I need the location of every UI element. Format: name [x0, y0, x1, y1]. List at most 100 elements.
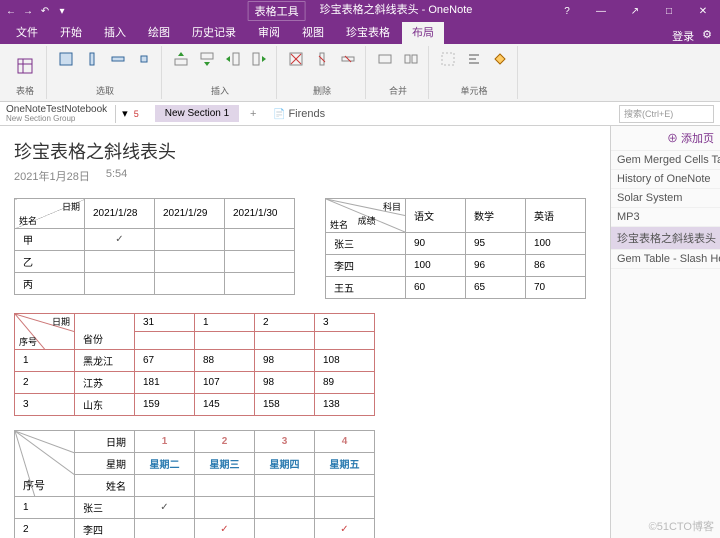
table-cell[interactable]: ✓: [195, 519, 255, 538]
merge-cells-button[interactable]: [374, 48, 396, 70]
tab-layout[interactable]: 布局: [402, 20, 444, 44]
page-list-item[interactable]: 珍宝表格之斜线表头: [611, 227, 720, 250]
qat-dropdown-icon[interactable]: ▾: [55, 4, 69, 18]
page-list-item[interactable]: Gem Table - Slash Headers: [611, 250, 720, 269]
table-cell[interactable]: [225, 251, 295, 273]
table-cell[interactable]: 70: [526, 277, 586, 299]
table-cell[interactable]: 2: [15, 519, 75, 538]
close-icon[interactable]: ✕: [686, 0, 720, 22]
table-cell[interactable]: 日期: [75, 431, 135, 453]
page-title[interactable]: 珍宝表格之斜线表头: [14, 138, 596, 164]
table-cell[interactable]: [155, 229, 225, 251]
table-cell[interactable]: 姓名: [75, 475, 135, 497]
table-3[interactable]: 日期序号 省份 31 1 2 3 1黑龙江678898108 2江苏181107…: [14, 313, 375, 416]
table-cell[interactable]: [195, 332, 255, 350]
table-cell[interactable]: 86: [526, 255, 586, 277]
table-cell[interactable]: 3: [315, 314, 375, 332]
table-cell[interactable]: [225, 273, 295, 295]
table-cell[interactable]: 158: [255, 394, 315, 416]
table-cell[interactable]: [135, 475, 195, 497]
table-cell[interactable]: 60: [406, 277, 466, 299]
hide-borders-button[interactable]: [437, 48, 459, 70]
table-cell[interactable]: [315, 332, 375, 350]
cell-fill-button[interactable]: [489, 48, 511, 70]
table-cell[interactable]: 65: [466, 277, 526, 299]
table-cell[interactable]: 98: [255, 372, 315, 394]
table-cell[interactable]: 语文: [406, 199, 466, 233]
table-cell[interactable]: 2021/1/30: [225, 199, 295, 229]
forward-icon[interactable]: →: [21, 4, 35, 18]
table-cell[interactable]: [85, 251, 155, 273]
table-cell[interactable]: [155, 273, 225, 295]
table-4[interactable]: 序号 日期 1 2 3 4 星期 星期二 星期三 星期四 星期五 姓名 1张三✓…: [14, 430, 375, 538]
tab-review[interactable]: 审阅: [248, 20, 290, 44]
table-cell[interactable]: 李四: [75, 519, 135, 538]
table-cell[interactable]: 2: [15, 372, 75, 394]
table-cell[interactable]: 江苏: [75, 372, 135, 394]
tab-file[interactable]: 文件: [6, 20, 48, 44]
back-icon[interactable]: ←: [4, 4, 18, 18]
settings-icon[interactable]: ⚙: [702, 28, 712, 44]
select-cell-button[interactable]: [133, 48, 155, 70]
table-cell[interactable]: 星期五: [315, 453, 375, 475]
tab-view[interactable]: 视图: [292, 20, 334, 44]
tab-history[interactable]: 历史记录: [182, 20, 246, 44]
table-cell[interactable]: 100: [406, 255, 466, 277]
table-cell[interactable]: 乙: [15, 251, 85, 273]
tab-home[interactable]: 开始: [50, 20, 92, 44]
table-cell[interactable]: [255, 475, 315, 497]
delete-table-button[interactable]: [285, 48, 307, 70]
table-cell[interactable]: [255, 519, 315, 538]
search-input[interactable]: 搜索(Ctrl+E): [619, 105, 714, 123]
table-cell[interactable]: 1: [15, 350, 75, 372]
delete-row-button[interactable]: [337, 48, 359, 70]
undo-icon[interactable]: ↶: [38, 4, 52, 18]
table-cell[interactable]: ✓: [85, 229, 155, 251]
insert-left-button[interactable]: [222, 48, 244, 70]
maximize-icon[interactable]: □: [652, 0, 686, 22]
table-cell[interactable]: 145: [195, 394, 255, 416]
table-cell[interactable]: 96: [466, 255, 526, 277]
table-cell[interactable]: [225, 229, 295, 251]
table-cell[interactable]: 2: [195, 431, 255, 453]
table-cell[interactable]: 3: [255, 431, 315, 453]
insert-right-button[interactable]: [248, 48, 270, 70]
table-cell[interactable]: 2021/1/29: [155, 199, 225, 229]
table-cell[interactable]: 丙: [15, 273, 85, 295]
table-cell[interactable]: 4: [315, 431, 375, 453]
table-cell[interactable]: [255, 497, 315, 519]
table-cell[interactable]: 90: [406, 233, 466, 255]
table-cell[interactable]: 数学: [466, 199, 526, 233]
table-cell[interactable]: 张三: [75, 497, 135, 519]
login-link[interactable]: 登录: [672, 28, 694, 44]
page-canvas[interactable]: 珍宝表格之斜线表头 2021年1月28日 5:54 日期姓名 2021/1/28…: [0, 126, 610, 538]
table-cell[interactable]: 星期: [75, 453, 135, 475]
table-cell[interactable]: 88: [195, 350, 255, 372]
minimize-icon[interactable]: —: [584, 0, 618, 22]
split-cells-button[interactable]: [400, 48, 422, 70]
tab-insert[interactable]: 插入: [94, 20, 136, 44]
table-props-button[interactable]: [10, 48, 40, 84]
page-list-item[interactable]: MP3: [611, 208, 720, 227]
table-cell[interactable]: 甲: [15, 229, 85, 251]
table-cell[interactable]: 黑龙江: [75, 350, 135, 372]
restore-icon[interactable]: ↗: [618, 0, 652, 22]
table-cell[interactable]: 107: [195, 372, 255, 394]
table-cell[interactable]: 省份: [75, 314, 135, 350]
table-1[interactable]: 日期姓名 2021/1/28 2021/1/29 2021/1/30 甲✓ 乙 …: [14, 198, 295, 295]
tab-draw[interactable]: 绘图: [138, 20, 180, 44]
table-cell[interactable]: 67: [135, 350, 195, 372]
table-cell[interactable]: 星期四: [255, 453, 315, 475]
table-cell[interactable]: 李四: [326, 255, 406, 277]
select-row-button[interactable]: [107, 48, 129, 70]
page-list-item[interactable]: Gem Merged Cells Table F: [611, 151, 720, 170]
section-tab-1[interactable]: New Section 1: [155, 105, 239, 122]
delete-col-button[interactable]: [311, 48, 333, 70]
table-cell[interactable]: 山东: [75, 394, 135, 416]
page-list-item[interactable]: History of OneNote: [611, 170, 720, 189]
table-cell[interactable]: 98: [255, 350, 315, 372]
table-cell[interactable]: 181: [135, 372, 195, 394]
help-icon[interactable]: ?: [550, 0, 584, 22]
table-cell[interactable]: 英语: [526, 199, 586, 233]
table-cell[interactable]: 1: [135, 431, 195, 453]
